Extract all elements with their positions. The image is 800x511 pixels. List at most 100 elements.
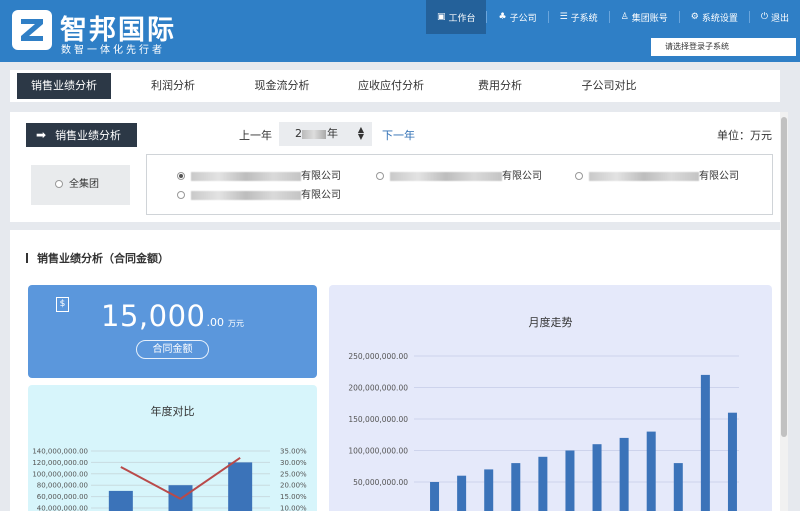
y-tick-label: 200,000,000.00: [348, 384, 408, 393]
nav-item-label: 子公司: [509, 13, 537, 24]
nav-item-3[interactable]: ♙ 集团账号: [610, 0, 679, 34]
y2-tick-label: 30.00%: [280, 459, 307, 467]
redacted-name: [589, 171, 699, 181]
amount-unit: 万元: [227, 319, 244, 328]
next-year-link[interactable]: 下一年: [382, 127, 415, 143]
bar: [457, 475, 467, 511]
bar: [727, 412, 737, 511]
unit-label: 单位：万元: [717, 129, 772, 142]
amount-integer: 15,000: [101, 299, 206, 333]
y2-tick-label: 15.00%: [280, 493, 307, 501]
redacted-year: [302, 129, 326, 139]
company-suffix: 有限公司: [301, 171, 341, 182]
prev-year-link[interactable]: 上一年: [239, 127, 272, 143]
redacted-name: [390, 171, 502, 181]
bar: [511, 463, 521, 511]
year-select[interactable]: 2 年 ▲ ▼: [279, 122, 372, 146]
amount-value: 15,000.00 万元: [28, 299, 317, 333]
app-header: 智邦国际 数智一体化先行者 ▣ 工作台 ♣ 子公司 ☰ 子系统 ♙ 集团账号 ⚙ 系统设置 ⏻ 退出 …: [0, 0, 800, 62]
amount-label-badge[interactable]: 合同金额: [136, 340, 209, 359]
nav-item-4[interactable]: ⚙ 系统设置: [680, 0, 749, 34]
company-suffix: 有限公司: [301, 190, 341, 201]
radio-icon[interactable]: [177, 191, 185, 199]
nav-item-label: 系统设置: [701, 13, 738, 24]
y2-tick-label: 35.00%: [280, 448, 307, 456]
redacted-name: [191, 171, 301, 181]
title-bar: [26, 253, 28, 263]
y2-tick-label: 20.00%: [280, 482, 307, 490]
user-icon: ♙: [620, 12, 629, 22]
amount-decimal: .00: [206, 316, 224, 329]
top-navigation: ▣ 工作台 ♣ 子公司 ☰ 子系统 ♙ 集团账号 ⚙ 系统设置 ⏻ 退出: [425, 0, 800, 34]
tab-2[interactable]: 现金流分析: [235, 73, 329, 99]
org-icon: ♣: [498, 12, 507, 22]
scrollbar[interactable]: [780, 112, 788, 511]
monthly-trend-card: 月度走势 250,000,000.00 200,000,000.00 150,000…: [329, 285, 772, 511]
logo[interactable]: [12, 10, 52, 50]
radio-icon[interactable]: [575, 172, 583, 180]
main-content: 销售业绩分析（合同金额） $ 15,000.00 万元 合同金额 年度对比 140…: [10, 230, 780, 511]
company-option-4[interactable]: 有限公司: [177, 186, 341, 201]
bar: [565, 450, 575, 511]
page-title-text: 销售业绩分析（合同金额）: [37, 252, 169, 265]
tab-3[interactable]: 应收应付分析: [344, 73, 438, 99]
company-option-1[interactable]: 有限公司: [177, 167, 341, 182]
group-option[interactable]: 全集团: [31, 165, 130, 205]
spinner-icon: ▲ ▼: [357, 125, 364, 141]
radio-checked-icon[interactable]: [177, 172, 185, 180]
bar: [108, 490, 133, 511]
company-option-3[interactable]: 有限公司: [575, 167, 739, 182]
y-tick-label: 100,000,000.00: [348, 447, 408, 456]
y-tick-label: 250,000,000.00: [348, 352, 408, 361]
contract-amount-card: $ 15,000.00 万元 合同金额: [28, 285, 317, 378]
tab-4[interactable]: 费用分析: [453, 73, 547, 99]
monitor-icon: ▣: [436, 12, 446, 22]
tab-5[interactable]: 子公司对比: [562, 73, 656, 99]
y-tick-label: 80,000,000.00: [37, 482, 88, 490]
filter-panel: ➡ 销售业绩分析 上一年 2 年 ▲ ▼ 下一年 单位：万元 全集团 有限公司 有限公…: [10, 112, 780, 222]
year-comparison-card: 年度对比 140,000,000.00 120,000,000.00 100,000…: [28, 385, 317, 511]
nav-item-0[interactable]: ▣ 工作台: [425, 0, 487, 34]
bar: [538, 456, 548, 511]
nav-item-5[interactable]: ⏻ 退出: [750, 0, 800, 34]
bar: [700, 374, 710, 511]
radio-icon[interactable]: [55, 180, 63, 188]
bar: [592, 444, 602, 511]
redacted-name: [191, 190, 301, 200]
analysis-tabs: 销售业绩分析 利润分析 现金流分析 应收应付分析 费用分析 子公司对比: [10, 70, 780, 102]
list-icon: ☰: [559, 12, 568, 22]
y-tick-label: 50,000,000.00: [353, 478, 408, 487]
bar: [646, 431, 656, 511]
nav-item-2[interactable]: ☰ 子系统: [549, 0, 609, 34]
monthly-trend-chart: 250,000,000.00 200,000,000.00 150,000,000.…: [348, 352, 739, 511]
y-tick-label: 60,000,000.00: [37, 493, 88, 501]
bar: [484, 469, 494, 511]
y-tick-label: 100,000,000.00: [32, 470, 88, 478]
tab-1[interactable]: 利润分析: [126, 73, 220, 99]
y-tick-label: 140,000,000.00: [32, 448, 88, 456]
group-option-label: 全集团: [69, 179, 99, 190]
nav-item-label: 工作台: [448, 13, 476, 24]
scrollbar-thumb[interactable]: [781, 117, 787, 437]
company-list: 有限公司 有限公司 有限公司 有限公司: [146, 154, 773, 215]
nav-item-label: 集团账号: [631, 13, 668, 24]
brand-subtitle: 数智一体化先行者: [61, 45, 165, 56]
company-option-2[interactable]: 有限公司: [376, 167, 542, 182]
gear-icon: ⚙: [690, 12, 699, 22]
company-suffix: 有限公司: [699, 171, 739, 182]
bar: [430, 482, 440, 511]
tab-0[interactable]: 销售业绩分析: [17, 73, 111, 99]
nav-item-label: 退出: [770, 13, 789, 24]
year-prefix: 2: [295, 127, 302, 140]
section-indicator: ➡ 销售业绩分析: [26, 123, 137, 147]
nav-item-1[interactable]: ♣ 子公司: [487, 0, 547, 34]
y2-tick-label: 25.00%: [280, 470, 307, 478]
section-label: 销售业绩分析: [55, 129, 122, 142]
subsystem-select[interactable]: 请选择登录子系统: [651, 38, 796, 56]
power-icon: ⏻: [760, 12, 768, 22]
bar: [619, 437, 629, 511]
radio-icon[interactable]: [376, 172, 384, 180]
y-tick-label: 120,000,000.00: [32, 459, 88, 467]
nav-item-label: 子系统: [570, 13, 598, 24]
page-title: 销售业绩分析（合同金额）: [26, 250, 169, 266]
